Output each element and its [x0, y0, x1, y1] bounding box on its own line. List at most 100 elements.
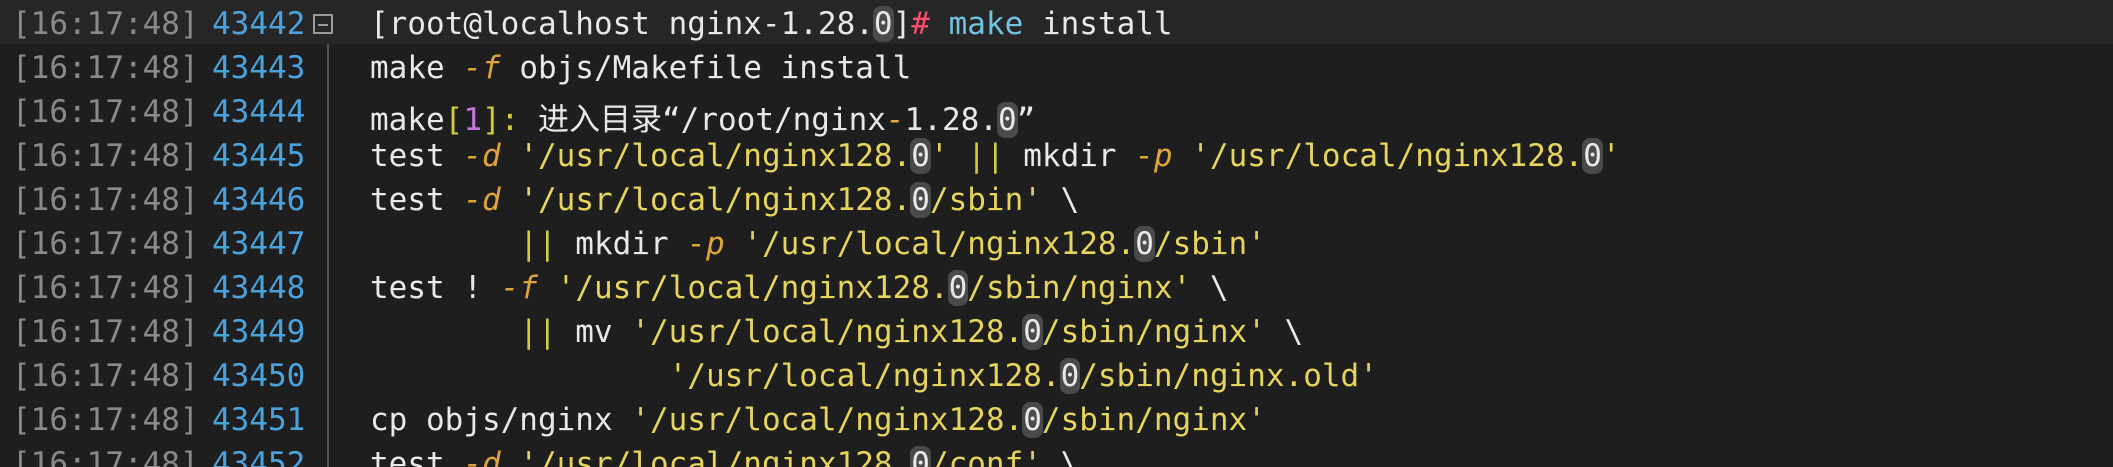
code-token: -f [500, 270, 538, 306]
command-text: test ! -f '/usr/local/nginx128.0/sbin/ng… [370, 270, 1229, 306]
terminal-line[interactable]: [16:17:48] 43449 || mv '/usr/local/nginx1… [0, 308, 2113, 352]
code-token: || [519, 226, 557, 262]
terminal-line[interactable]: [16:17:48] 43447 || mkdir -p '/usr/local/… [0, 220, 2113, 264]
command-text: test -d '/usr/local/nginx128.0' || mkdir… [370, 138, 1621, 174]
code-token: cp objs/nginx [370, 402, 632, 438]
code-token: /sbin' [929, 182, 1042, 218]
timestamp: [16:17:48] [12, 270, 199, 306]
code-token: \ [1191, 270, 1229, 306]
terminal-line[interactable]: [16:17:48] 43442 [root@localhost nginx-1.2… [0, 0, 2113, 44]
timestamp: [16:17:48] [12, 94, 199, 130]
code-token: '/usr/local/nginx128. [743, 226, 1136, 262]
line-number: 43447 [212, 226, 306, 262]
code-token: '/usr/local/nginx128. [519, 446, 912, 467]
command-text: [root@localhost nginx-1.28.0]# make inst… [370, 6, 1173, 42]
highlighted-digit: 0 [872, 6, 894, 42]
code-token: /conf' [929, 446, 1042, 467]
code-token: '/usr/local/nginx128. [631, 402, 1024, 438]
code-token: /sbin' [1153, 226, 1266, 262]
code-token: test [370, 182, 464, 218]
highlighted-digit: 0 [1134, 226, 1155, 262]
terminal-line[interactable]: [16:17:48] 43452 test -d '/usr/local/nginx… [0, 440, 2113, 467]
line-number: 43445 [212, 138, 306, 174]
code-token: /sbin/nginx' [1041, 314, 1266, 350]
code-token: \ [1041, 446, 1080, 467]
code-token: test [370, 446, 464, 467]
command-text: test -d '/usr/local/nginx128.0/conf' \ [370, 446, 1079, 467]
code-token: ! [463, 270, 482, 306]
command-text: make -f objs/Makefile install [370, 50, 911, 86]
code-token: test [370, 138, 464, 174]
code-token: mkdir [556, 226, 688, 262]
timestamp: [16:17:48] [12, 446, 199, 467]
code-token: \ [1041, 182, 1080, 218]
timestamp: [16:17:48] [12, 138, 199, 174]
code-token: /sbin/nginx' [967, 270, 1192, 306]
code-token: || [967, 138, 1005, 174]
timestamp: [16:17:48] [12, 50, 199, 86]
terminal-line[interactable]: [16:17:48] 43450 '/usr/local/nginx128.0/s… [0, 352, 2113, 396]
highlighted-digit: 0 [1582, 138, 1603, 174]
code-token: ' [1601, 138, 1621, 174]
code-token: \ [1265, 314, 1304, 350]
code-token: '/usr/local/nginx128. [519, 182, 912, 218]
line-number: 43451 [212, 402, 306, 438]
command-text: cp objs/nginx '/usr/local/nginx128.0/sbi… [370, 402, 1266, 438]
code-token: '/usr/local/nginx128. [519, 138, 912, 174]
command-text: || mkdir -p '/usr/local/nginx128.0/sbin' [370, 226, 1266, 262]
code-token: ] [892, 6, 912, 42]
command-text: || mv '/usr/local/nginx128.0/sbin/nginx'… [370, 314, 1303, 350]
line-number: 43442 [212, 6, 306, 42]
line-number: 43446 [212, 182, 306, 218]
timestamp: [16:17:48] [12, 402, 199, 438]
code-token: '/usr/local/nginx128. [556, 270, 949, 306]
command-text: test -d '/usr/local/nginx128.0/sbin' \ [370, 182, 1079, 218]
terminal-line[interactable]: [16:17:48] 43451 cp objs/nginx '/usr/local… [0, 396, 2113, 440]
code-token: ' [929, 138, 949, 174]
collapse-icon[interactable] [313, 14, 333, 34]
command-text: '/usr/local/nginx128.0/sbin/nginx.old' [370, 358, 1378, 394]
code-token: '/usr/local/nginx128. [668, 358, 1061, 394]
terminal-line[interactable]: [16:17:48] 43446 test -d '/usr/local/nginx… [0, 176, 2113, 220]
terminal-line[interactable]: [16:17:48] 43445 test -d '/usr/local/nginx… [0, 132, 2113, 176]
timestamp: [16:17:48] [12, 6, 199, 42]
terminal-line[interactable]: [16:17:48] 43444 make[1]: 进入目录“/root/nginx… [0, 88, 2113, 138]
terminal-line[interactable]: [16:17:48] 43448 test ! -f '/usr/local/ngi… [0, 264, 2113, 308]
code-token: make [370, 50, 464, 86]
highlighted-digit: 0 [1059, 358, 1081, 394]
highlighted-digit: 0 [1022, 314, 1043, 350]
code-token: test [370, 270, 464, 306]
code-token: install [1023, 6, 1173, 42]
terminal-line[interactable]: [16:17:48] 43443 make -f objs/Makefile ins… [0, 44, 2113, 88]
code-token: /sbin/nginx' [1041, 402, 1266, 438]
code-token: /sbin/nginx.old' [1079, 358, 1378, 394]
code-token: mv [556, 314, 632, 350]
line-number: 43450 [212, 358, 306, 394]
highlighted-digit: 0 [910, 182, 931, 218]
code-token: -d [463, 182, 501, 218]
code-token: || [519, 314, 557, 350]
code-token: '/usr/local/nginx128. [1191, 138, 1584, 174]
code-token: objs/Makefile install [500, 50, 912, 86]
code-token: -f [463, 50, 501, 86]
code-token: mkdir [1004, 138, 1136, 174]
line-number: 43449 [212, 314, 306, 350]
timestamp: [16:17:48] [12, 182, 199, 218]
highlighted-digit: 0 [1022, 402, 1043, 438]
line-number: 43452 [212, 446, 306, 467]
timestamp: [16:17:48] [12, 314, 199, 350]
code-token: -d [463, 446, 501, 467]
terminal-window[interactable]: [16:17:48] 43442 [root@localhost nginx-1.2… [0, 0, 2113, 467]
code-token: # [911, 6, 930, 42]
timestamp: [16:17:48] [12, 358, 199, 394]
